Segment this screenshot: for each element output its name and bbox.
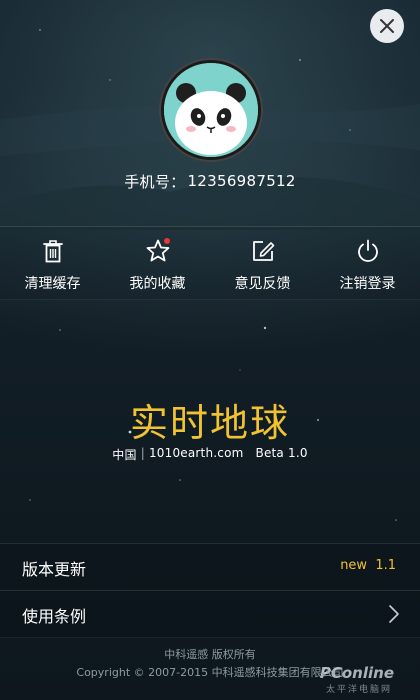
close-button[interactable] <box>370 9 404 43</box>
app-title: 实时地球 <box>129 401 290 445</box>
favorites-button[interactable]: 我的收藏 <box>105 227 210 299</box>
feedback-button[interactable]: 意见反馈 <box>210 227 315 299</box>
version-badge: new 1.1 <box>340 558 396 573</box>
panda-avatar-icon <box>164 63 258 157</box>
clear-cache-button[interactable]: 清理缓存 <box>0 227 105 299</box>
avatar[interactable] <box>161 60 261 160</box>
edit-icon <box>252 241 274 261</box>
trash-icon <box>42 240 63 263</box>
star-icon <box>146 238 170 262</box>
watermark-main: PConline <box>319 664 394 682</box>
phone-value: 12356987512 <box>187 172 296 190</box>
clear-cache-label: 清理缓存 <box>24 276 81 292</box>
logout-button[interactable]: 注销登录 <box>315 227 420 299</box>
phone-number: 手机号： 12356987512 <box>0 170 420 192</box>
terms-row[interactable]: 使用条例 <box>0 590 420 638</box>
feedback-label: 意见反馈 <box>234 276 291 292</box>
site-label: 1010earth.com <box>148 446 244 460</box>
favorites-label: 我的收藏 <box>129 276 186 292</box>
app-subtitle: 中国 | 1010earth.com Beta 1.0 <box>0 446 420 463</box>
terms-label: 使用条例 <box>22 607 87 626</box>
watermark: PConline 太平洋电脑网 <box>304 656 414 696</box>
separator: | <box>140 446 145 460</box>
phone-label: 手机号： <box>124 172 186 191</box>
logout-label: 注销登录 <box>339 276 396 292</box>
action-bar: 清理缓存 我的收藏 意见反馈 注销登录 <box>0 226 420 300</box>
chevron-right-icon <box>389 605 399 623</box>
version-update-label: 版本更新 <box>22 560 87 579</box>
close-icon <box>380 19 394 33</box>
watermark-sub: 太平洋电脑网 <box>325 685 392 695</box>
app-logo: 实时地球 中国 | 1010earth.com Beta 1.0 <box>0 400 420 463</box>
country-label: 中国 <box>112 448 137 462</box>
version-label: Beta 1.0 <box>255 446 308 460</box>
version-update-row[interactable]: 版本更新 new 1.1 <box>0 543 420 589</box>
notification-badge <box>163 238 170 244</box>
power-icon <box>357 239 378 262</box>
